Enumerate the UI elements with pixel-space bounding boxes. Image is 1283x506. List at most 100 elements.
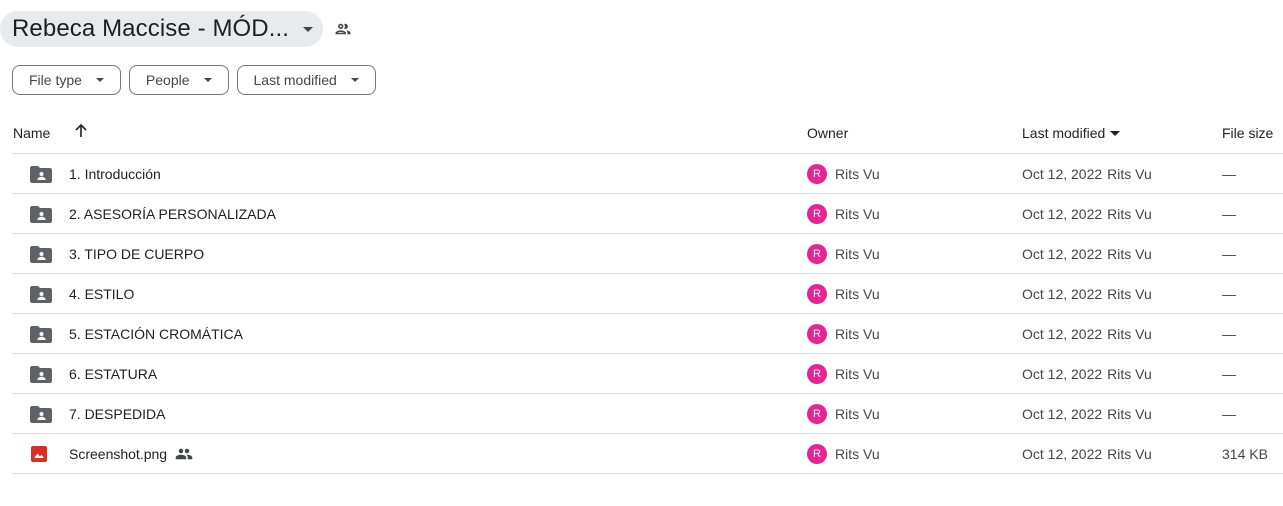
owner-cell: R Rits Vu [807,394,880,433]
avatar: R [807,163,827,184]
table-row[interactable]: 4. ESTILO R Rits Vu Oct 12, 2022 Rits Vu… [12,274,1283,314]
table-row[interactable]: 6. ESTATURA R Rits Vu Oct 12, 2022 Rits … [12,354,1283,394]
owner-cell: R Rits Vu [807,234,880,273]
folder-title: Rebeca Maccise - MÓD... [12,15,290,42]
owner-cell: R Rits Vu [807,354,880,393]
table-row[interactable]: 2. ASESORÍA PERSONALIZADA R Rits Vu Oct … [12,194,1283,234]
file-size-column-header[interactable]: File size [1222,125,1273,141]
last-modified-cell: Oct 12, 2022 Rits Vu [1022,274,1152,313]
last-modified-cell: Oct 12, 2022 Rits Vu [1022,154,1152,193]
caret-down-icon [95,78,104,82]
avatar: R [807,283,827,304]
last-modified-filter[interactable]: Last modified [236,65,376,95]
file-list-header: Name Owner Last modified File size [12,113,1283,154]
table-row[interactable]: 7. DESPEDIDA R Rits Vu Oct 12, 2022 Rits… [12,394,1283,434]
shared-folder-icon [30,154,52,193]
table-row[interactable]: Screenshot.png R Rits Vu Oct 12, 2022 Ri… [12,434,1283,474]
table-row[interactable]: 1. Introducción R Rits Vu Oct 12, 2022 R… [12,154,1283,194]
owner-cell: R Rits Vu [807,154,880,193]
shared-folder-icon [30,354,52,393]
owner-cell: R Rits Vu [807,314,880,353]
owner-column-header[interactable]: Owner [807,125,848,141]
owner-name: Rits Vu [835,325,880,342]
file-name: 2. ASESORÍA PERSONALIZADA [69,205,276,222]
last-modified-cell: Oct 12, 2022 Rits Vu [1022,314,1152,353]
table-row[interactable]: 5. ESTACIÓN CROMÁTICA R Rits Vu Oct 12, … [12,314,1283,354]
owner-name: Rits Vu [835,445,880,462]
shared-folder-icon [30,394,52,433]
file-name-cell[interactable]: 3. TIPO DE CUERPO [69,234,204,273]
last-modified-cell: Oct 12, 2022 Rits Vu [1022,434,1152,473]
modified-by: Rits Vu [1107,405,1152,422]
modified-date: Oct 12, 2022 [1022,245,1103,262]
table-row[interactable]: 3. TIPO DE CUERPO R Rits Vu Oct 12, 2022… [12,234,1283,274]
image-file-icon [30,434,52,473]
modified-date: Oct 12, 2022 [1022,445,1103,462]
people-filter[interactable]: People [128,65,229,95]
owner-cell: R Rits Vu [807,434,880,473]
modified-by: Rits Vu [1107,205,1152,222]
file-size-cell: — [1222,165,1236,182]
avatar: R [807,443,827,464]
shared-people-icon [175,445,193,463]
file-size-cell: — [1222,285,1236,302]
file-name: 6. ESTATURA [69,365,158,382]
last-modified-cell: Oct 12, 2022 Rits Vu [1022,234,1152,273]
file-name-cell[interactable]: Screenshot.png [69,434,193,473]
modified-date: Oct 12, 2022 [1022,405,1103,422]
file-name-cell[interactable]: 1. Introducción [69,154,161,193]
folder-title-row: Rebeca Maccise - MÓD... [0,11,353,47]
shared-folder-icon [30,274,52,313]
file-name: Screenshot.png [69,445,168,462]
modified-by: Rits Vu [1107,165,1152,182]
avatar: R [807,363,827,384]
last-modified-cell: Oct 12, 2022 Rits Vu [1022,394,1152,433]
file-name: 3. TIPO DE CUERPO [69,245,205,262]
avatar: R [807,243,827,264]
owner-name: Rits Vu [835,365,880,382]
shared-folder-icon [30,194,52,233]
modified-by: Rits Vu [1107,285,1152,302]
modified-date: Oct 12, 2022 [1022,325,1103,342]
owner-name: Rits Vu [835,205,880,222]
file-type-filter[interactable]: File type [12,65,121,95]
file-name-cell[interactable]: 5. ESTACIÓN CROMÁTICA [69,314,243,353]
file-name-cell[interactable]: 7. DESPEDIDA [69,394,165,433]
file-name: 1. Introducción [69,165,161,182]
owner-name: Rits Vu [835,245,880,262]
modified-date: Oct 12, 2022 [1022,285,1103,302]
file-size-cell: 314 KB [1222,445,1268,462]
last-modified-column-header[interactable]: Last modified [1022,125,1121,141]
caret-down-icon [350,78,359,82]
file-type-filter-label: File type [29,72,82,88]
caret-down-icon [303,26,314,32]
file-name-cell[interactable]: 6. ESTATURA [69,354,157,393]
sort-descending-icon [1110,130,1121,136]
file-size-cell: — [1222,325,1236,342]
avatar: R [807,403,827,424]
caret-down-icon [203,78,212,82]
file-size-cell: — [1222,405,1236,422]
file-list: Name Owner Last modified File size 1. In… [0,113,1283,474]
modified-by: Rits Vu [1107,365,1152,382]
avatar: R [807,203,827,224]
owner-name: Rits Vu [835,405,880,422]
file-name-cell[interactable]: 4. ESTILO [69,274,134,313]
last-modified-column-label: Last modified [1022,125,1106,141]
owner-name: Rits Vu [835,285,880,302]
file-size-cell: — [1222,245,1236,262]
modified-date: Oct 12, 2022 [1022,205,1103,222]
name-column-header[interactable]: Name [13,125,50,141]
owner-cell: R Rits Vu [807,274,880,313]
file-name: 5. ESTACIÓN CROMÁTICA [69,325,243,342]
folder-title-dropdown[interactable]: Rebeca Maccise - MÓD... [0,11,324,47]
file-name-cell[interactable]: 2. ASESORÍA PERSONALIZADA [69,194,276,233]
modified-by: Rits Vu [1107,325,1152,342]
filter-bar: File type People Last modified [12,65,376,95]
shared-folder-icon [30,314,52,353]
last-modified-cell: Oct 12, 2022 Rits Vu [1022,194,1152,233]
shared-people-icon[interactable] [333,19,353,39]
shared-folder-icon [30,234,52,273]
last-modified-filter-label: Last modified [253,72,337,88]
arrow-up-icon[interactable] [74,123,88,142]
